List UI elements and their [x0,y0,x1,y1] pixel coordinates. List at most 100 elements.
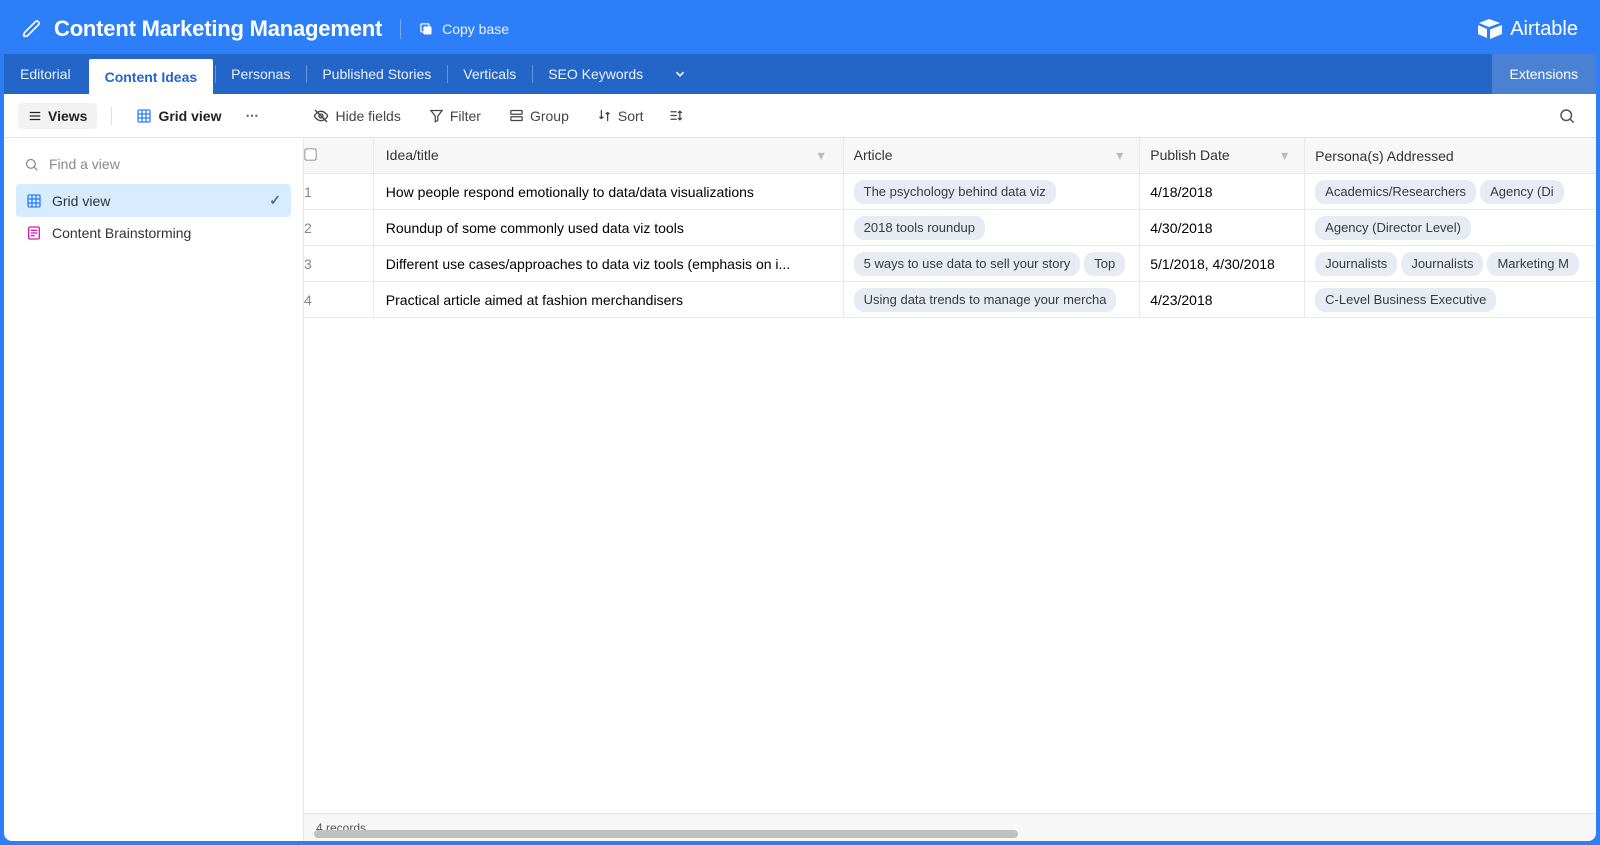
extensions-button[interactable]: Extensions [1492,54,1596,94]
record-pill[interactable]: Using data trends to manage your mercha [854,288,1117,312]
cell-personas[interactable]: Academics/ResearchersAgency (Di [1305,174,1596,210]
view-toolbar: Views Grid view ⋯ Hide fields Filter Gro… [4,94,1596,138]
table-row[interactable]: 2Roundup of some commonly used data viz … [304,210,1596,246]
cell-title[interactable]: How people respond emotionally to data/d… [374,174,844,210]
group-label: Group [530,108,569,124]
table-row[interactable]: 3Different use cases/approaches to data … [304,246,1596,282]
column-header-publish-date[interactable]: Publish Date▾ [1140,138,1305,174]
column-header-title[interactable]: Idea/title▾ [374,138,844,174]
base-title[interactable]: Content Marketing Management [54,16,382,42]
record-pill[interactable]: Journalists [1315,252,1397,276]
cell-title[interactable]: Different use cases/approaches to data v… [374,246,844,282]
sidebar-view-item[interactable]: Grid view ✓ [16,184,291,217]
table-tab[interactable]: Personas [215,54,306,94]
row-height-icon [668,108,683,123]
header-row: Idea/title▾ Article▾ Publish Date▾ Perso… [304,138,1596,174]
row-number[interactable]: 4 [304,282,374,318]
cell-personas[interactable]: JournalistsJournalistsMarketing M [1305,246,1596,282]
chevron-down-icon [673,67,687,81]
brand-logo[interactable]: Airtable [1478,18,1578,41]
record-pill[interactable]: Top [1084,252,1125,276]
status-bar: 4 records [304,813,1596,841]
row-number[interactable]: 3 [304,246,374,282]
column-dropdown-icon[interactable]: ▾ [1281,147,1288,164]
hide-fields-label: Hide fields [335,108,400,124]
sort-button[interactable]: Sort [587,103,654,129]
cell-publish-date[interactable]: 4/18/2018 [1140,174,1305,210]
hamburger-icon [28,109,42,123]
select-all-header[interactable] [304,138,374,174]
record-pill[interactable]: Agency (Di [1480,180,1564,204]
table-tab[interactable]: Editorial [4,54,87,94]
horizontal-scrollbar[interactable] [314,830,1266,840]
divider [400,19,401,39]
grid-area: Idea/title▾ Article▾ Publish Date▾ Perso… [304,138,1596,841]
sidebar-view-item[interactable]: Content Brainstorming [16,217,291,249]
copy-base-button[interactable]: Copy base [419,21,509,37]
cell-article[interactable]: The psychology behind data viz [844,174,1141,210]
check-icon: ✓ [269,192,281,209]
record-pill[interactable]: Marketing M [1487,252,1579,276]
cell-article[interactable]: Using data trends to manage your mercha [844,282,1141,318]
current-view-label: Grid view [158,108,221,124]
sort-icon [597,108,612,123]
view-menu-button[interactable]: ⋯ [239,104,265,128]
cell-title[interactable]: Roundup of some commonly used data viz t… [374,210,844,246]
filter-icon [429,108,444,123]
record-pill[interactable]: The psychology behind data viz [854,180,1056,204]
cell-personas[interactable]: Agency (Director Level) [1305,210,1596,246]
cell-publish-date[interactable]: 5/1/2018, 4/30/2018 [1140,246,1305,282]
search-icon [24,157,39,172]
hide-fields-button[interactable]: Hide fields [303,103,410,129]
table-row[interactable]: 1How people respond emotionally to data/… [304,174,1596,210]
group-button[interactable]: Group [499,103,579,129]
column-header-article[interactable]: Article▾ [844,138,1141,174]
view-label: Grid view [52,193,110,209]
table-tabs-bar: EditorialContent IdeasPersonasPublished … [4,54,1596,94]
column-dropdown-icon[interactable]: ▾ [818,147,825,164]
row-height-button[interactable] [662,103,689,128]
select-all-checkbox[interactable] [304,148,316,160]
cell-personas[interactable]: C-Level Business Executive [1305,282,1596,318]
view-label: Content Brainstorming [52,225,191,241]
current-view-button[interactable]: Grid view [126,103,231,129]
column-dropdown-icon[interactable]: ▾ [1116,147,1123,164]
views-label: Views [48,108,87,124]
cell-article[interactable]: 5 ways to use data to sell your storyTop [844,246,1141,282]
cell-publish-date[interactable]: 4/30/2018 [1140,210,1305,246]
record-pill[interactable]: Agency (Director Level) [1315,216,1471,240]
record-pill[interactable]: 2018 tools roundup [854,216,985,240]
brand-label: Airtable [1510,18,1578,41]
tabs-more-dropdown[interactable] [659,54,701,94]
filter-button[interactable]: Filter [419,103,491,129]
table-row[interactable]: 4Practical article aimed at fashion merc… [304,282,1596,318]
top-bar: Content Marketing Management Copy base A… [4,4,1596,54]
record-pill[interactable]: Journalists [1401,252,1483,276]
record-pill[interactable]: C-Level Business Executive [1315,288,1496,312]
cell-article[interactable]: 2018 tools roundup [844,210,1141,246]
find-view-placeholder: Find a view [49,156,120,172]
airtable-icon [1478,19,1502,39]
row-number[interactable]: 1 [304,174,374,210]
eye-off-icon [313,108,329,124]
copy-icon [419,22,434,37]
table-tab[interactable]: Content Ideas [87,57,216,94]
search-icon [1558,107,1576,125]
record-pill[interactable]: 5 ways to use data to sell your story [854,252,1081,276]
row-number[interactable]: 2 [304,210,374,246]
group-icon [509,108,524,123]
find-view-input[interactable]: Find a view [16,150,291,178]
table-tab[interactable]: Verticals [447,54,532,94]
copy-base-label: Copy base [442,21,509,37]
cell-title[interactable]: Practical article aimed at fashion merch… [374,282,844,318]
cell-publish-date[interactable]: 4/23/2018 [1140,282,1305,318]
edit-icon[interactable] [22,19,42,39]
views-button[interactable]: Views [18,103,97,129]
divider [111,107,112,125]
extensions-label: Extensions [1510,66,1578,82]
search-button[interactable] [1552,101,1582,131]
column-header-personas[interactable]: Persona(s) Addressed [1305,138,1596,174]
record-pill[interactable]: Academics/Researchers [1315,180,1476,204]
table-tab[interactable]: Published Stories [306,54,447,94]
table-tab[interactable]: SEO Keywords [532,54,659,94]
